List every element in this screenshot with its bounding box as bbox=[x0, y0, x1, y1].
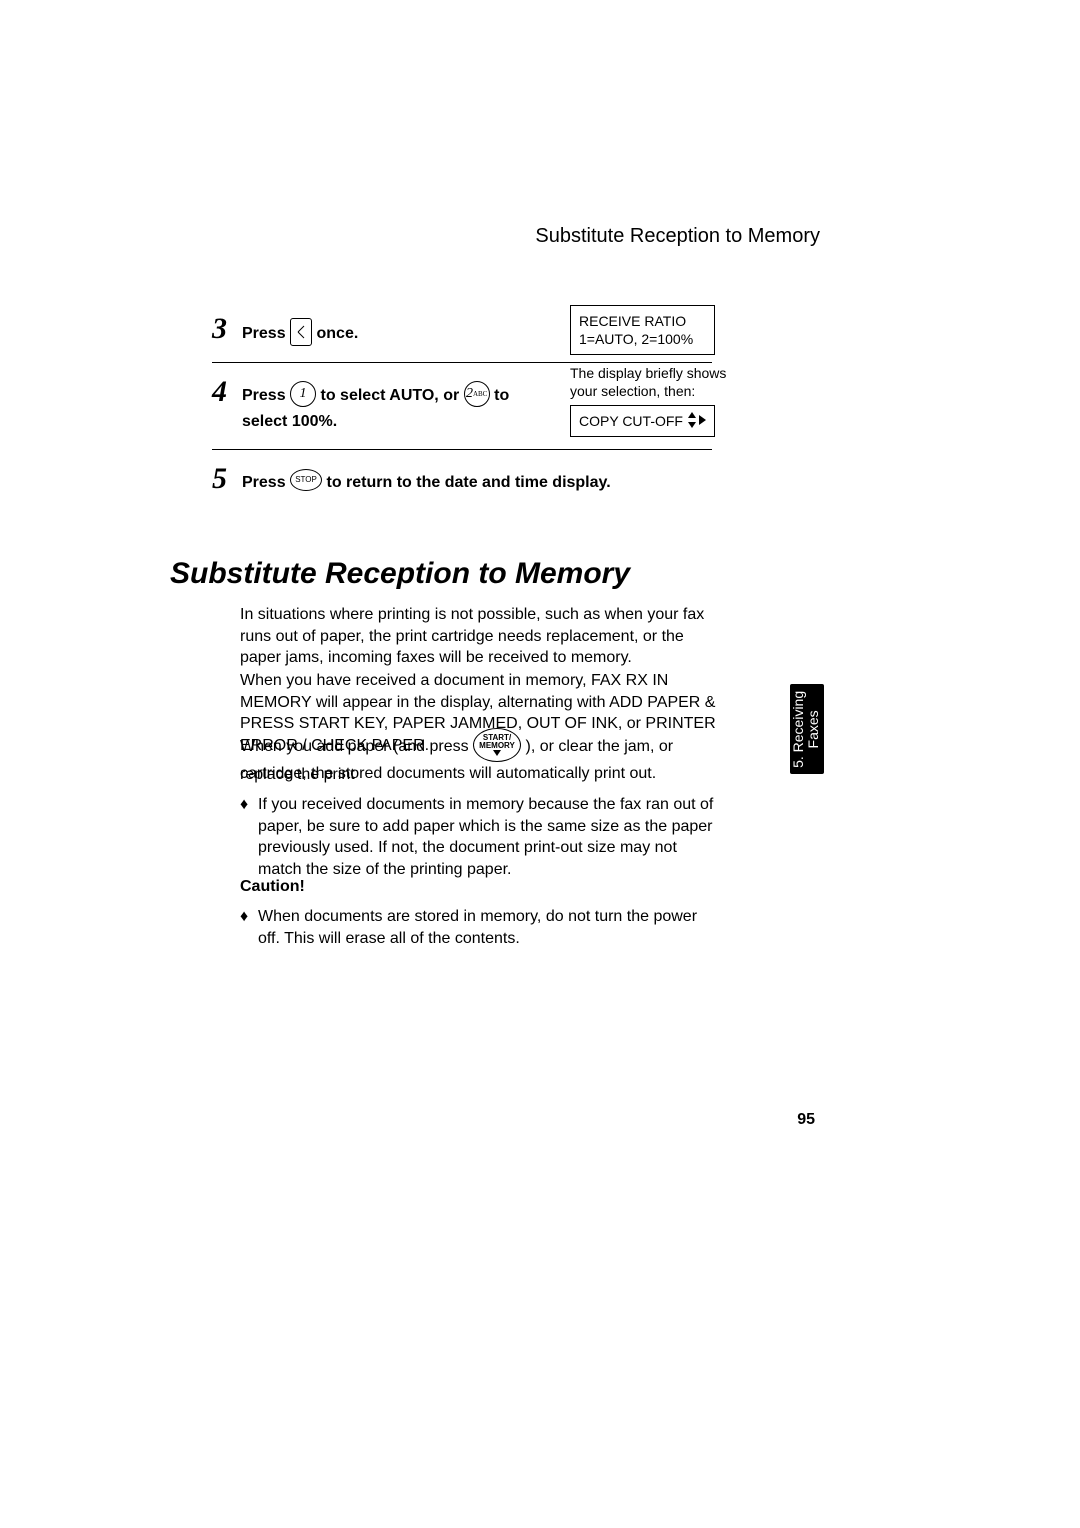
lcd-note: The display briefly shows your selection… bbox=[570, 364, 730, 400]
text: select 100%. bbox=[242, 413, 337, 430]
manual-page: Substitute Reception to Memory 3 Press o… bbox=[0, 0, 1080, 1528]
text: Press bbox=[242, 325, 286, 342]
step-number: 5 bbox=[212, 464, 236, 494]
paragraph: In situations where printing is not poss… bbox=[240, 604, 720, 669]
step-text: Press STOP to return to the date and tim… bbox=[236, 464, 611, 496]
lcd-display-1: RECEIVE RATIO 1=AUTO, 2=100% bbox=[570, 305, 715, 355]
step-text: Press once. bbox=[236, 314, 358, 348]
list-item: When documents are stored in memory, do … bbox=[240, 906, 720, 949]
list-item: If you received documents in memory beca… bbox=[240, 794, 720, 880]
lcd-line: RECEIVE RATIO bbox=[579, 312, 706, 330]
lcd-display-2: COPY CUT-OFF bbox=[570, 405, 715, 437]
chapter-tab: 5. Receiving Faxes bbox=[790, 684, 824, 774]
running-header: Substitute Reception to Memory bbox=[500, 225, 820, 248]
bullet-list: If you received documents in memory beca… bbox=[240, 794, 720, 890]
page-number: 95 bbox=[797, 1111, 815, 1129]
bullet-list: When documents are stored in memory, do … bbox=[240, 906, 720, 959]
text: When you add paper (and press bbox=[240, 738, 473, 755]
step-number: 3 bbox=[212, 314, 236, 344]
lcd-line: 1=AUTO, 2=100% bbox=[579, 330, 706, 348]
tab-line: Faxes bbox=[806, 710, 822, 748]
text: to select AUTO, or bbox=[321, 387, 460, 404]
text: to bbox=[494, 387, 509, 404]
up-down-right-arrow-icon bbox=[688, 412, 706, 432]
arrow-key-icon bbox=[290, 318, 312, 346]
lcd-line: COPY CUT-OFF bbox=[579, 413, 683, 429]
text: Press bbox=[242, 474, 286, 491]
paragraph: cartridge, the stored documents will aut… bbox=[240, 763, 720, 785]
start-memory-key-icon: START/ MEMORY bbox=[473, 728, 521, 762]
keypad-2-icon: 2ABC bbox=[464, 381, 490, 407]
step-5: 5 Press STOP to return to the date and t… bbox=[212, 450, 712, 510]
text: to return to the date and time display. bbox=[327, 474, 611, 491]
caution-label: Caution! bbox=[240, 878, 305, 896]
step-number: 4 bbox=[212, 377, 236, 407]
keypad-1-icon: 1 bbox=[290, 381, 316, 407]
text: once. bbox=[317, 325, 359, 342]
text: Press bbox=[242, 387, 286, 404]
step-text: Press 1 to select AUTO, or 2ABC to selec… bbox=[236, 377, 509, 435]
tab-line: 5. Receiving bbox=[791, 690, 807, 767]
stop-key-icon: STOP bbox=[290, 469, 322, 491]
section-heading: Substitute Reception to Memory bbox=[170, 557, 630, 591]
